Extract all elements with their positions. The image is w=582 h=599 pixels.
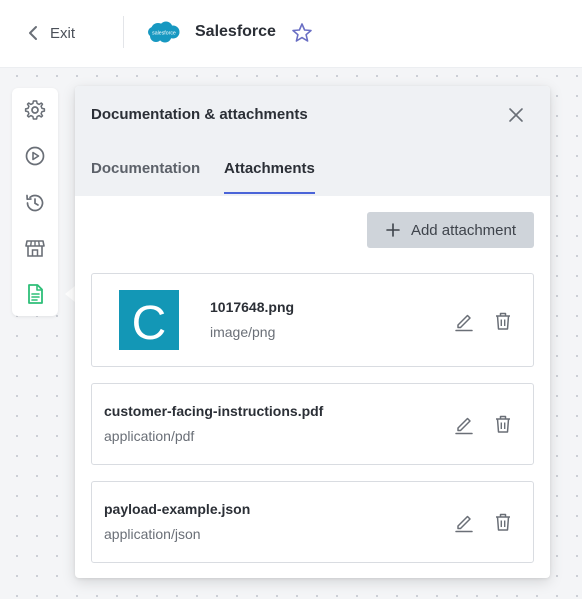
side-rail	[12, 88, 58, 316]
svg-text:salesforce: salesforce	[152, 31, 176, 37]
app-title: Salesforce	[195, 23, 276, 40]
edit-pencil-icon[interactable]	[453, 310, 475, 332]
exit-label: Exit	[50, 24, 76, 42]
attachment-name: customer-facing-instructions.pdf	[104, 403, 324, 419]
image-preview: C	[132, 297, 167, 350]
chevron-left-icon	[29, 26, 37, 40]
history-icon[interactable]	[23, 191, 47, 215]
document-icon[interactable]	[23, 282, 47, 306]
top-bar: Exit salesforce Salesforce	[0, 0, 582, 68]
attachment-type: application/json	[104, 526, 201, 542]
tab-documentation[interactable]: Documentation	[91, 160, 200, 177]
attachment-card: customer-facing-instructions.pdf applica…	[91, 383, 534, 465]
exit-button[interactable]: Exit	[26, 20, 75, 46]
play-circle-icon[interactable]	[23, 144, 47, 168]
add-attachment-label: Add attachment	[410, 221, 517, 239]
active-tab-indicator	[224, 192, 315, 194]
attachment-type: application/pdf	[104, 428, 195, 444]
attachment-name: 1017648.png	[210, 299, 295, 315]
toolbar-divider	[123, 16, 124, 48]
add-attachment-button[interactable]: Add attachment	[367, 212, 534, 248]
edit-pencil-icon[interactable]	[453, 511, 475, 533]
settings-icon[interactable]	[23, 98, 47, 122]
panel-title: Documentation & attachments	[91, 106, 308, 123]
attachment-type: image/png	[210, 324, 276, 340]
tab-attachments[interactable]: Attachments	[224, 160, 315, 177]
marketplace-icon[interactable]	[23, 236, 47, 260]
attachment-name: payload-example.json	[104, 501, 251, 517]
plus-icon	[386, 223, 400, 237]
attachments-panel: Documentation & attachments Documentatio…	[75, 86, 550, 578]
panel-header: Documentation & attachments Documentatio…	[75, 86, 550, 196]
trash-icon[interactable]	[492, 511, 514, 533]
trash-icon[interactable]	[492, 310, 514, 332]
svg-text:C: C	[132, 297, 167, 350]
close-icon[interactable]	[505, 104, 527, 126]
attachment-card: C 1017648.png image/png	[91, 273, 534, 367]
salesforce-logo: salesforce	[148, 21, 180, 43]
panel-pointer	[65, 286, 75, 302]
attachment-thumbnail: C	[119, 290, 179, 350]
trash-icon[interactable]	[492, 413, 514, 435]
attachment-card: payload-example.json application/json	[91, 481, 534, 563]
favorite-star-icon[interactable]	[290, 21, 314, 45]
edit-pencil-icon[interactable]	[453, 413, 475, 435]
